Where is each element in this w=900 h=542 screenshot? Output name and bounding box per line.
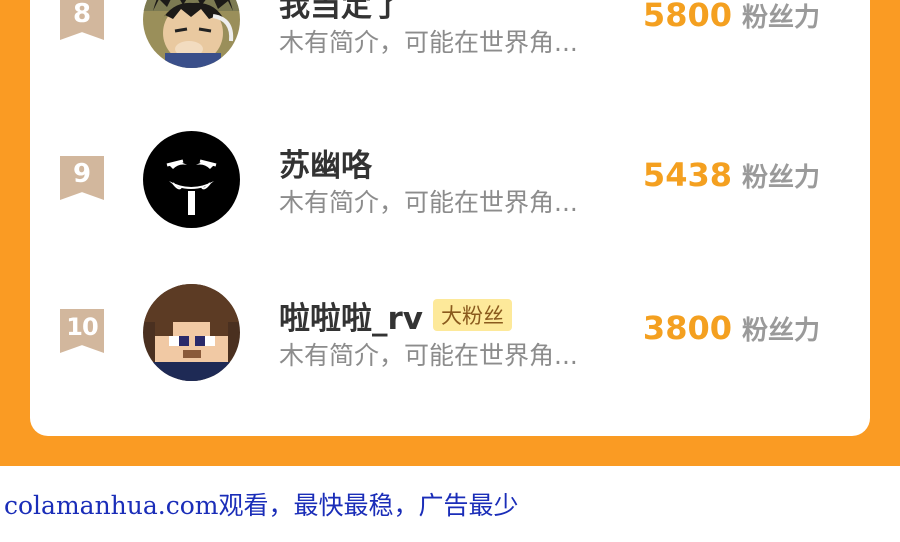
score-value: 3800 <box>642 309 732 347</box>
fan-ranking-card: 8 我当定了 木有简介，可能在世界角... 5800 粉丝力 9 苏幽咯 木有简… <box>30 0 870 436</box>
rank-badge: 10 <box>60 309 104 353</box>
avatar-mask-face-icon <box>143 131 240 228</box>
avatar-pixel-face-icon <box>143 284 240 381</box>
ranking-row-9[interactable]: 9 苏幽咯 木有简介，可能在世界角... 5438 粉丝力 <box>30 130 870 230</box>
fan-score: 5438 粉丝力 <box>643 156 820 194</box>
score-unit: 粉丝力 <box>741 3 820 33</box>
user-name[interactable]: 苏幽咯 <box>279 140 372 185</box>
avatar-anime-boy-icon <box>143 0 240 68</box>
name-line: 苏幽咯 <box>279 140 372 185</box>
user-intro: 木有简介，可能在世界角... <box>279 188 578 217</box>
score-unit: 粉丝力 <box>741 316 820 346</box>
rank-badge: 8 <box>60 0 104 40</box>
name-line: 我当定了 <box>279 0 403 25</box>
score-value: 5438 <box>642 156 732 194</box>
rank-badge: 9 <box>60 156 104 200</box>
user-intro: 木有简介，可能在世界角... <box>279 341 578 370</box>
avatar[interactable] <box>143 0 240 68</box>
score-value: 5800 <box>642 0 732 34</box>
site-promo-text: colamanhua.com观看，最快最稳，广告最少 <box>4 491 519 520</box>
user-intro: 木有简介，可能在世界角... <box>279 28 578 57</box>
ranking-row-8[interactable]: 8 我当定了 木有简介，可能在世界角... 5800 粉丝力 <box>30 0 870 70</box>
big-fan-badge: 大粉丝 <box>433 299 512 331</box>
score-unit: 粉丝力 <box>741 163 820 193</box>
fan-score: 3800 粉丝力 <box>643 309 820 347</box>
user-name[interactable]: 啦啦啦_rv <box>279 293 423 338</box>
user-name[interactable]: 我当定了 <box>279 0 403 25</box>
avatar[interactable] <box>143 131 240 228</box>
ranking-row-10[interactable]: 10 啦啦啦_rv 大粉丝 木有简介，可能在世界角... 3800 粉丝力 <box>30 283 870 383</box>
name-line: 啦啦啦_rv 大粉丝 <box>279 293 512 338</box>
fan-score: 5800 粉丝力 <box>643 0 820 34</box>
avatar[interactable] <box>143 284 240 381</box>
